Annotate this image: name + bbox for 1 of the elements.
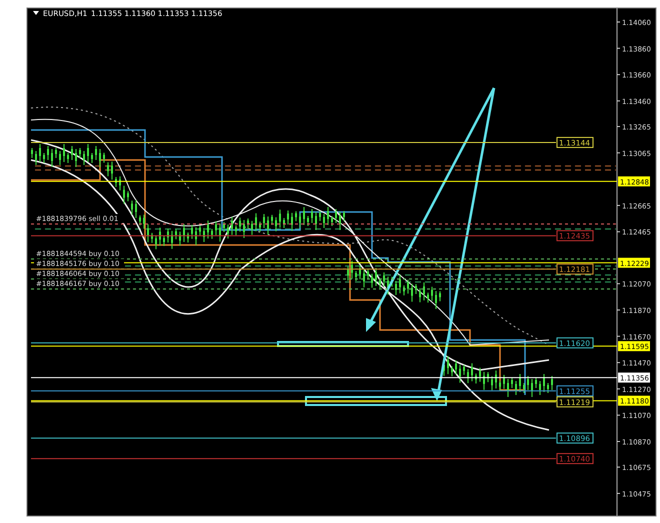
dropdown-icon[interactable]	[33, 11, 39, 15]
